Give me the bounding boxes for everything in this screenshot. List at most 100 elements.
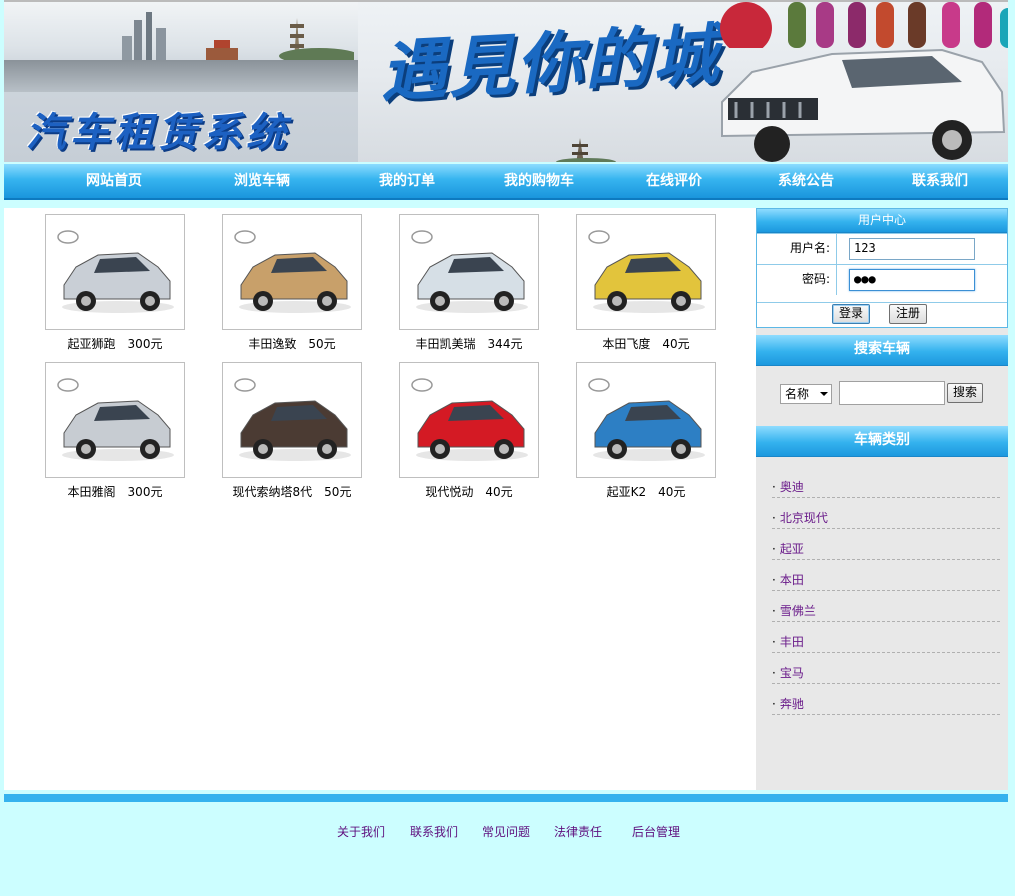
password-label: 密码: [757,265,837,295]
footer-legal[interactable]: 法律责任 [554,823,602,840]
footer-links: 关于我们 联系我们 常见问题 法律责任 后台管理 [0,823,1015,843]
login-button[interactable]: 登录 [832,304,870,324]
site-banner: 汽车租赁系统 遇見你的城 [4,0,1008,162]
car-name: 起亚K2 [606,485,647,499]
chevron-down-icon [820,392,828,396]
search-type-value: 名称 [785,387,810,401]
site-title: 汽车租赁系统 [26,109,290,156]
search-input[interactable] [839,381,945,405]
category-item[interactable]: · 宝马 [772,664,1000,684]
search-panel: 搜索车辆 名称 搜索 [756,335,1008,418]
car-caption[interactable]: 本田飞度 40元 [556,335,736,352]
car-name: 本田飞度 [602,337,651,351]
category-item[interactable]: · 本田 [772,571,1000,591]
honda-logo-icon [57,378,79,392]
car-price: 300元 [127,485,163,499]
category-item[interactable]: · 北京现代 [772,509,1000,529]
user-center-buttons: 登录 注册 [757,302,1007,326]
car-caption[interactable]: 丰田凯美瑞 344元 [379,335,559,352]
user-center-title: 用户中心 [757,209,1007,233]
nav-online-review[interactable]: 在线评价 [634,164,714,198]
search-button[interactable]: 搜索 [947,383,983,403]
car-caption[interactable]: 现代索纳塔8代 50元 [202,483,382,500]
car-photo[interactable] [576,362,716,478]
car-photo[interactable] [222,214,362,330]
car-caption[interactable]: 本田雅阁 300元 [25,483,205,500]
banner-slogan: 遇見你的城 [378,15,723,111]
nav-my-orders[interactable]: 我的订单 [367,164,447,198]
category-item-label: 起亚 [779,542,804,556]
car-photo[interactable] [399,214,539,330]
main-nav: 网站首页 浏览车辆 我的订单 我的购物车 在线评价 系统公告 联系我们 [4,164,1008,200]
car-name: 本田雅阁 [67,485,116,499]
sidebar: 用户中心 用户名: 123 密码: ●●● 登录 注册 搜索车辆 名称 搜索 车… [756,208,1008,790]
car-price: 40元 [658,485,686,499]
category-item-label: 宝马 [779,666,804,680]
nav-browse-vehicles[interactable]: 浏览车辆 [222,164,302,198]
bullet-icon: · [772,697,776,711]
car-photo[interactable] [222,362,362,478]
search-type-select[interactable]: 名称 [780,384,832,404]
category-panel-title: 车辆类别 [756,426,1008,457]
car-caption[interactable]: 起亚狮跑 300元 [25,335,205,352]
bullet-icon: · [772,542,776,556]
nav-announcements[interactable]: 系统公告 [766,164,846,198]
category-item[interactable]: · 丰田 [772,633,1000,653]
car-photo[interactable] [576,214,716,330]
car-name: 现代悦动 [425,485,474,499]
white-suv-illustration [721,48,1006,162]
car-price: 40元 [662,337,690,351]
city-skyline-illustration [122,12,354,60]
car-photo[interactable] [399,362,539,478]
bullet-icon: · [772,635,776,649]
category-item[interactable]: · 奥迪 [772,478,1000,498]
toyota-logo-icon [234,230,256,244]
footer-divider [4,794,1008,802]
username-row: 用户名: 123 [757,233,1007,264]
footer-contact-us[interactable]: 联系我们 [410,823,458,840]
password-row: 密码: ●●● [757,264,1007,295]
bullet-icon: · [772,511,776,525]
bullet-icon: · [772,604,776,618]
car-name: 丰田凯美瑞 [415,337,476,351]
nav-home[interactable]: 网站首页 [74,164,154,198]
register-button[interactable]: 注册 [889,304,927,324]
bullet-icon: · [772,480,776,494]
pagoda-illustration [556,138,616,162]
car-price: 40元 [485,485,513,499]
nav-shopping-cart[interactable]: 我的购物车 [494,164,584,198]
footer-faq[interactable]: 常见问题 [482,823,530,840]
password-input[interactable]: ●●● [849,269,975,291]
lake-water [4,60,358,92]
car-name: 现代索纳塔8代 [232,485,313,499]
nav-contact-us[interactable]: 联系我们 [900,164,980,198]
category-item-label: 奥迪 [779,480,804,494]
category-item[interactable]: · 奔驰 [772,695,1000,715]
bullet-icon: · [772,573,776,587]
category-item-label: 北京现代 [779,511,828,525]
car-caption[interactable]: 丰田逸致 50元 [202,335,382,352]
category-item[interactable]: · 起亚 [772,540,1000,560]
car-price: 300元 [127,337,163,351]
category-item-label: 本田 [779,573,804,587]
car-name: 起亚狮跑 [67,337,116,351]
footer-admin[interactable]: 后台管理 [632,823,680,840]
hyundai-logo-icon [411,378,433,392]
footer-about-us[interactable]: 关于我们 [337,823,385,840]
car-photo[interactable] [45,362,185,478]
car-photo[interactable] [45,214,185,330]
category-item-label: 丰田 [779,635,804,649]
honda-logo-icon [588,230,610,244]
category-item-label: 奔驰 [779,697,804,711]
kia-logo-icon [57,230,79,244]
category-item[interactable]: · 雪佛兰 [772,602,1000,622]
car-price: 50元 [324,485,352,499]
kia-logo-icon [588,378,610,392]
car-price: 344元 [487,337,523,351]
car-name: 丰田逸致 [248,337,297,351]
car-caption[interactable]: 起亚K2 40元 [556,483,736,500]
search-panel-title: 搜索车辆 [756,335,1008,366]
username-input[interactable]: 123 [849,238,975,260]
car-caption[interactable]: 现代悦动 40元 [379,483,559,500]
category-panel: 车辆类别 · 奥迪 · 北京现代 · 起亚 · 本田 · 雪佛兰 · 丰田 · 宝马 · 奔驰 [756,426,1008,790]
